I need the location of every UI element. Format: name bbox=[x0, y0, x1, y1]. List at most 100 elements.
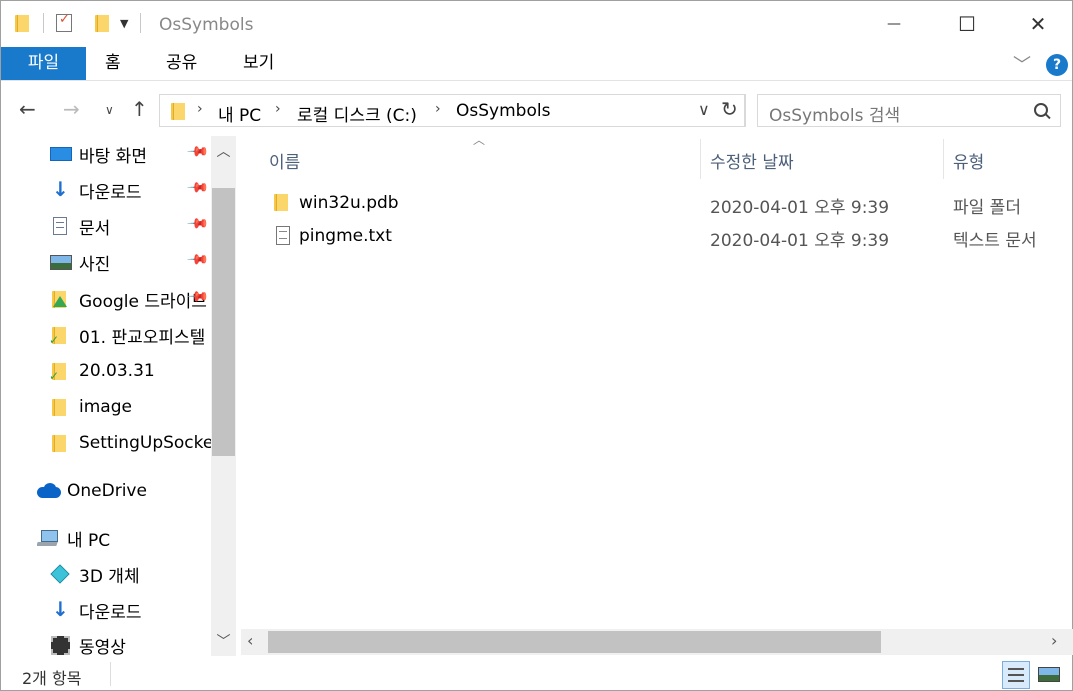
breadcrumb-separator-icon[interactable]: › bbox=[275, 101, 281, 117]
nav-item-20-03-31[interactable]: ✓ 20.03.31 bbox=[49, 356, 211, 386]
column-header-date[interactable]: 수정한 날짜 bbox=[710, 148, 794, 173]
nav-item-videos[interactable]: 동영상 bbox=[49, 630, 211, 656]
synced-folder-icon: ✓ bbox=[49, 361, 71, 383]
expand-ribbon-chevron-icon[interactable]: ﹀ bbox=[1013, 51, 1031, 77]
download-arrow-icon: ↓ bbox=[52, 177, 69, 201]
nav-item-label: SettingUpSocket bbox=[79, 433, 211, 453]
nav-item-label: 동영상 bbox=[79, 637, 126, 657]
file-date: 2020-04-01 오후 9:39 bbox=[710, 231, 890, 251]
nav-item-desktop[interactable]: 바탕 화면 bbox=[49, 139, 211, 169]
close-button[interactable]: ✕ bbox=[1013, 1, 1063, 47]
nav-item-label: 01. 판교오피스텔 bbox=[79, 327, 206, 348]
properties-icon[interactable]: ✓ bbox=[56, 12, 72, 32]
file-list-horizontal-scrollbar[interactable]: ‹ › bbox=[241, 629, 1073, 655]
nav-item-google-drive[interactable]: Google 드라이브 bbox=[49, 284, 211, 314]
column-header-name[interactable]: 이름 bbox=[269, 148, 300, 173]
3d-objects-icon bbox=[49, 564, 71, 584]
breadcrumb-this-pc[interactable]: 내 PC bbox=[218, 101, 261, 126]
toolbar-divider bbox=[43, 13, 44, 33]
breadcrumb-separator-icon[interactable]: › bbox=[197, 101, 203, 117]
column-divider[interactable] bbox=[943, 139, 944, 179]
forward-arrow-icon[interactable]: → bbox=[63, 97, 80, 121]
nav-item-settingupsocket[interactable]: SettingUpSocket bbox=[49, 428, 211, 458]
nav-item-pc-downloads[interactable]: ↓ 다운로드 bbox=[49, 595, 211, 625]
quick-access-toolbar: ✓ ▼ bbox=[13, 12, 147, 33]
up-arrow-icon[interactable]: ↑ bbox=[131, 97, 148, 121]
refresh-icon[interactable]: ↻ bbox=[721, 97, 738, 121]
column-header-type[interactable]: 유형 bbox=[953, 148, 984, 173]
file-type: 텍스트 문서 bbox=[953, 231, 1037, 251]
scroll-up-chevron-icon[interactable]: ︿ bbox=[211, 141, 236, 166]
file-name: pingme.txt bbox=[299, 226, 392, 246]
large-icons-view-button[interactable] bbox=[1035, 661, 1063, 689]
nav-item-label: OneDrive bbox=[67, 481, 147, 501]
close-icon: ✕ bbox=[1029, 12, 1047, 36]
item-count: 2개 항목 bbox=[22, 669, 82, 688]
nav-item-this-pc[interactable]: 내 PC bbox=[37, 523, 199, 553]
details-view-icon-line bbox=[1008, 674, 1024, 676]
tab-share[interactable]: 공유 bbox=[166, 47, 197, 80]
folder-icon bbox=[168, 101, 186, 121]
nav-item-label: 3D 개체 bbox=[79, 566, 140, 587]
scroll-right-chevron-icon[interactable]: › bbox=[1051, 631, 1057, 650]
breadcrumb-separator-icon[interactable]: › bbox=[435, 101, 441, 117]
maximize-button[interactable]: ☐ bbox=[942, 1, 992, 47]
nav-item-label: 사진 bbox=[79, 254, 111, 275]
nav-item-pictures[interactable]: 사진 bbox=[49, 247, 211, 277]
synced-folder-icon: ✓ bbox=[49, 325, 71, 347]
folder-icon bbox=[49, 397, 71, 417]
minimize-button[interactable]: — bbox=[869, 1, 919, 47]
tab-file[interactable]: 파일 bbox=[1, 47, 86, 80]
recent-locations-chevron-icon[interactable]: ∨ bbox=[105, 103, 114, 117]
title-bar: ✓ ▼ OsSymbols — ☐ ✕ bbox=[1, 1, 1072, 47]
google-drive-folder-icon bbox=[49, 289, 71, 309]
nav-pane-scroll-thumb[interactable] bbox=[212, 188, 235, 456]
computer-icon bbox=[37, 528, 59, 548]
address-divider bbox=[745, 94, 746, 127]
file-explorer-window: ✓ ▼ OsSymbols — ☐ ✕ 파일 홈 공유 보기 ﹀ ? ← → ∨… bbox=[0, 0, 1073, 691]
search-icon-handle bbox=[1044, 112, 1051, 120]
large-icons-view-icon bbox=[1038, 667, 1060, 682]
window-title: OsSymbols bbox=[159, 15, 254, 35]
status-bar: 2개 항목 bbox=[1, 658, 1072, 691]
scroll-down-chevron-icon[interactable]: ﹀ bbox=[211, 631, 236, 656]
customize-toolbar-dropdown-icon[interactable]: ▼ bbox=[120, 17, 128, 30]
toolbar-divider bbox=[140, 13, 142, 33]
tab-home[interactable]: 홈 bbox=[105, 47, 121, 80]
nav-item-pangyo[interactable]: ✓ 01. 판교오피스텔 bbox=[49, 320, 211, 350]
file-list: ︿ 이름 수정한 날짜 유형 win32u.pdb 2020-04-01 오후 … bbox=[241, 131, 1073, 656]
nav-item-label: 다운로드 bbox=[79, 182, 142, 203]
nav-item-label: 내 PC bbox=[67, 530, 111, 551]
pictures-icon bbox=[49, 252, 72, 272]
nav-item-documents[interactable]: 문서 bbox=[49, 211, 211, 241]
nav-item-3d-objects[interactable]: 3D 개체 bbox=[49, 559, 211, 589]
nav-item-onedrive[interactable]: OneDrive bbox=[37, 476, 199, 506]
search-box[interactable]: OsSymbols 검색 bbox=[757, 94, 1061, 127]
nav-item-image[interactable]: image bbox=[49, 392, 211, 422]
file-row[interactable]: pingme.txt 2020-04-01 오후 9:39 텍스트 문서 bbox=[266, 222, 1066, 252]
details-view-button[interactable] bbox=[1002, 661, 1030, 689]
nav-item-label: 문서 bbox=[79, 218, 111, 239]
download-arrow-icon: ↓ bbox=[52, 597, 69, 621]
file-date: 2020-04-01 오후 9:39 bbox=[710, 198, 890, 218]
help-button[interactable]: ? bbox=[1046, 54, 1068, 76]
nav-item-downloads[interactable]: ↓ 다운로드 bbox=[49, 175, 211, 205]
file-row[interactable]: win32u.pdb 2020-04-01 오후 9:39 파일 폴더 bbox=[266, 189, 1066, 219]
navigation-bar: ← → ∨ ↑ › 내 PC › 로컬 디스크 (C:) › OsSymbols… bbox=[1, 91, 1072, 131]
new-folder-icon[interactable] bbox=[92, 13, 112, 33]
sort-ascending-icon: ︿ bbox=[473, 133, 486, 147]
folder-icon bbox=[49, 433, 71, 453]
column-divider[interactable] bbox=[700, 139, 701, 179]
scroll-left-chevron-icon[interactable]: ‹ bbox=[247, 631, 253, 650]
document-icon bbox=[49, 216, 71, 236]
address-history-chevron-icon[interactable]: ∨ bbox=[698, 100, 710, 119]
breadcrumb-local-disk[interactable]: 로컬 디스크 (C:) bbox=[297, 101, 417, 126]
file-type: 파일 폴더 bbox=[953, 198, 1021, 218]
horizontal-scroll-thumb[interactable] bbox=[268, 631, 881, 653]
tab-view[interactable]: 보기 bbox=[243, 47, 274, 80]
address-bar[interactable]: › 내 PC › 로컬 디스크 (C:) › OsSymbols ∨ bbox=[159, 94, 745, 127]
breadcrumb-ossymbols[interactable]: OsSymbols bbox=[456, 101, 550, 121]
onedrive-cloud-icon bbox=[37, 481, 61, 501]
video-icon bbox=[49, 635, 71, 655]
back-arrow-icon[interactable]: ← bbox=[19, 97, 36, 121]
